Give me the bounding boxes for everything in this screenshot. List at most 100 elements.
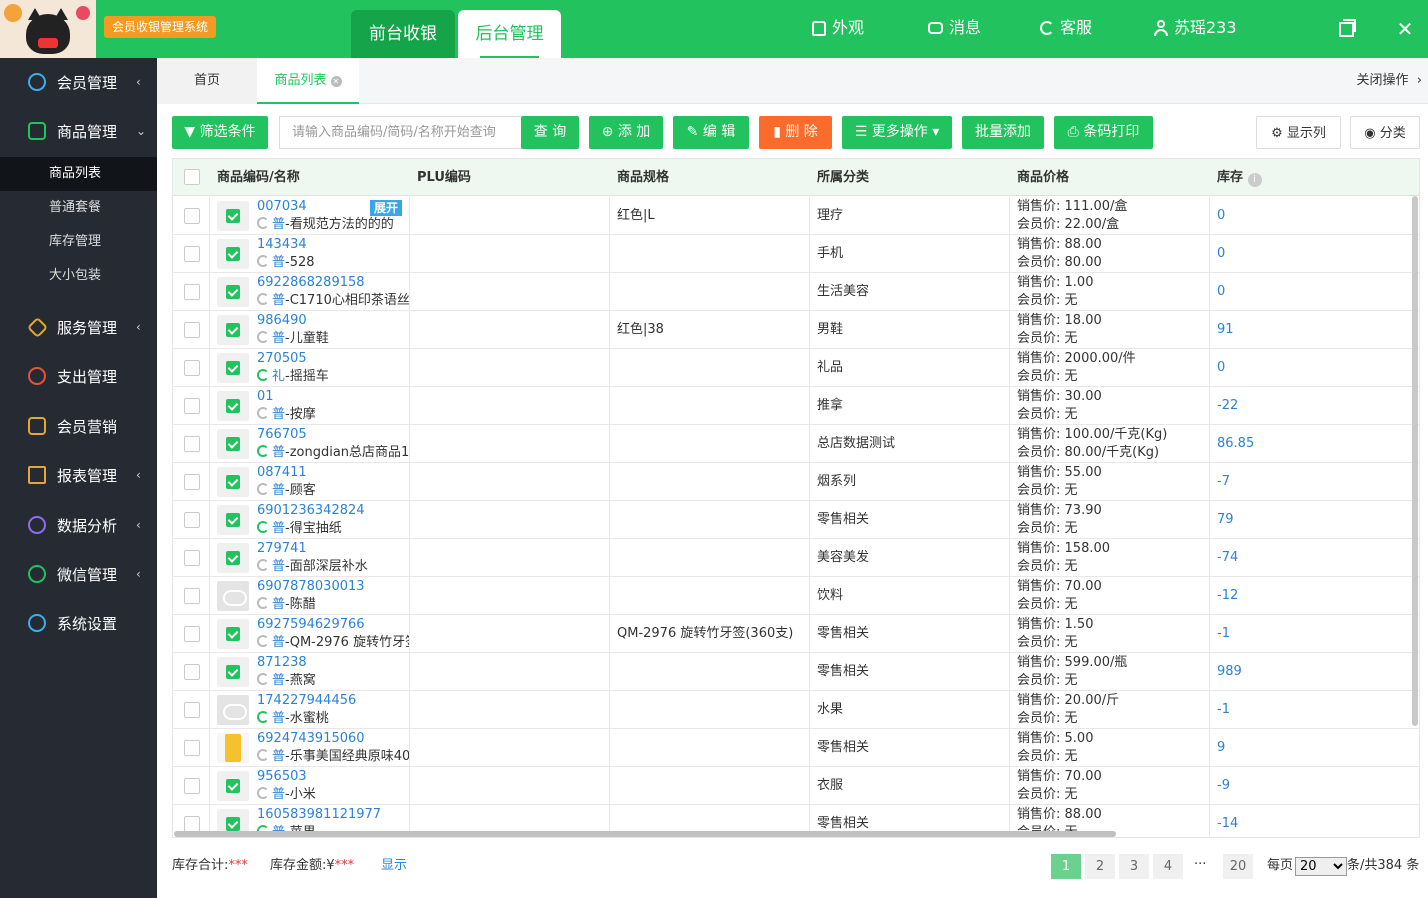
vertical-scrollbar[interactable] <box>1412 196 1418 726</box>
delete-button[interactable]: ▮ 删 除 <box>759 116 832 149</box>
nav-appearance[interactable]: 外观 <box>812 17 864 39</box>
select-all-checkbox[interactable] <box>184 169 200 185</box>
product-code[interactable]: 871238 <box>257 654 307 671</box>
row-checkbox[interactable] <box>184 474 200 490</box>
nav-user[interactable]: 苏瑶233 <box>1154 17 1237 39</box>
header-spec[interactable]: 商品规格 <box>617 159 669 196</box>
row-checkbox[interactable] <box>184 512 200 528</box>
table-row[interactable]: 6901236342824 普-得宝抽纸 零售相关 销售价: 73.90 会员价: 无 7… <box>173 501 1419 539</box>
product-stock[interactable]: -1 <box>1217 691 1230 729</box>
header-price[interactable]: 商品价格 <box>1017 159 1069 196</box>
product-stock[interactable]: -14 <box>1217 805 1238 837</box>
product-code[interactable]: 6924743915060 <box>257 730 365 747</box>
product-stock[interactable]: 86.85 <box>1217 425 1254 463</box>
product-code[interactable]: 01 <box>257 388 274 405</box>
product-stock[interactable]: -7 <box>1217 463 1230 501</box>
tab-goods-list[interactable]: 商品列表 ✕ <box>257 58 359 104</box>
product-stock[interactable]: -12 <box>1217 577 1238 615</box>
product-code[interactable]: 766705 <box>257 426 307 443</box>
menu-settings[interactable]: 系统设置 <box>0 599 157 647</box>
table-row[interactable]: 6907878030013 普-陈醋 饮料 销售价: 70.00 会员价: 无 -12 <box>173 577 1419 615</box>
page-2[interactable]: 2 <box>1085 854 1115 879</box>
row-checkbox[interactable] <box>184 740 200 756</box>
window-restore-button[interactable] <box>1334 17 1358 41</box>
product-stock[interactable]: 79 <box>1217 501 1234 539</box>
product-stock[interactable]: 0 <box>1217 349 1225 387</box>
product-stock[interactable]: -74 <box>1217 539 1238 577</box>
row-checkbox[interactable] <box>184 398 200 414</box>
table-row[interactable]: 986490 普-儿童鞋 红色|38 男鞋 销售价: 18.00 会员价: 无 91 <box>173 311 1419 349</box>
row-checkbox[interactable] <box>184 360 200 376</box>
close-operations-button[interactable]: 关闭操作 › <box>1357 58 1423 104</box>
menu-member[interactable]: 会员管理 ‹ <box>0 58 157 106</box>
tab-back-management[interactable]: 后台管理 <box>458 10 561 58</box>
page-4[interactable]: 4 <box>1153 854 1183 879</box>
show-columns-button[interactable]: ⚙ 显示列 <box>1256 116 1341 149</box>
tab-front-cashier[interactable]: 前台收银 <box>351 10 455 58</box>
table-row[interactable]: 143434 普-528 手机 销售价: 88.00 会员价: 80.00 0 <box>173 235 1419 273</box>
product-stock[interactable]: 989 <box>1217 653 1242 691</box>
table-row[interactable]: 6924743915060 普-乐事美国经典原味40g 零售相关 销售价: 5.00 会… <box>173 729 1419 767</box>
row-checkbox[interactable] <box>184 626 200 642</box>
add-button[interactable]: ⊕ 添 加 <box>589 116 663 149</box>
table-row[interactable]: 279741 普-面部深层补水 美容美发 销售价: 158.00 会员价: 无 -74 <box>173 539 1419 577</box>
sidebar-item-inventory[interactable]: 库存管理 <box>0 225 157 259</box>
product-stock[interactable]: 9 <box>1217 729 1225 767</box>
header-stock[interactable]: 库存 i <box>1217 159 1262 196</box>
sidebar-item-package[interactable]: 普通套餐 <box>0 191 157 225</box>
product-code[interactable]: 270505 <box>257 350 307 367</box>
table-row[interactable]: 087411 普-顾客 烟系列 销售价: 55.00 会员价: 无 -7 <box>173 463 1419 501</box>
row-checkbox[interactable] <box>184 588 200 604</box>
product-code[interactable]: 174227944456 <box>257 692 356 709</box>
menu-service[interactable]: 服务管理 ‹ <box>0 303 157 351</box>
product-stock[interactable]: 0 <box>1217 235 1225 273</box>
menu-goods[interactable]: 商品管理 ⌄ <box>0 107 157 155</box>
row-checkbox[interactable] <box>184 284 200 300</box>
page-last[interactable]: 20 <box>1223 854 1253 879</box>
row-checkbox[interactable] <box>184 246 200 262</box>
header-code-name[interactable]: 商品编码/名称 <box>217 159 300 196</box>
product-stock[interactable]: 0 <box>1217 197 1225 235</box>
page-1[interactable]: 1 <box>1051 854 1081 879</box>
row-checkbox[interactable] <box>184 208 200 224</box>
product-code[interactable]: 986490 <box>257 312 307 329</box>
show-amount-link[interactable]: 显示 <box>381 857 407 875</box>
filter-button[interactable]: ▼ 筛选条件 <box>172 116 268 149</box>
table-row[interactable]: 956503 普-小米 衣服 销售价: 70.00 会员价: 无 -9 <box>173 767 1419 805</box>
table-row[interactable]: 174227944456 普-水蜜桃 水果 销售价: 20.00/斤 会员价: 无 -1 <box>173 691 1419 729</box>
row-checkbox[interactable] <box>184 436 200 452</box>
product-code[interactable]: 160583981121977 <box>257 806 381 823</box>
product-code[interactable]: 6901236342824 <box>257 502 365 519</box>
product-stock[interactable]: -1 <box>1217 615 1230 653</box>
query-button[interactable]: 查 询 <box>521 116 579 149</box>
close-icon[interactable]: ✕ <box>330 76 342 87</box>
horizontal-scrollbar[interactable] <box>174 831 1116 837</box>
nav-customer-service[interactable]: 客服 <box>1040 17 1092 39</box>
product-code[interactable]: 279741 <box>257 540 307 557</box>
window-close-button[interactable]: ✕ <box>1393 17 1417 41</box>
row-checkbox[interactable] <box>184 550 200 566</box>
table-row[interactable]: 871238 普-燕窝 零售相关 销售价: 599.00/瓶 会员价: 无 989 <box>173 653 1419 691</box>
more-operations-button[interactable]: ☰ 更多操作 ▾ <box>842 116 952 149</box>
edit-button[interactable]: ✎ 编 辑 <box>673 116 749 149</box>
row-checkbox[interactable] <box>184 702 200 718</box>
sidebar-item-goods-list[interactable]: 商品列表 <box>0 157 157 191</box>
product-stock[interactable]: 91 <box>1217 311 1234 349</box>
product-stock[interactable]: -9 <box>1217 767 1230 805</box>
table-row[interactable]: 007034 普-看规范方法的的的 展开 红色|L 理疗 销售价: 111.00/盒 会员价… <box>173 197 1419 235</box>
product-code[interactable]: 007034 <box>257 198 307 215</box>
row-checkbox[interactable] <box>184 778 200 794</box>
table-row[interactable]: 01 普-按摩 推拿 销售价: 30.00 会员价: 无 -22 <box>173 387 1419 425</box>
batch-add-button[interactable]: 批量添加 <box>962 116 1044 149</box>
product-code[interactable]: 6907878030013 <box>257 578 365 595</box>
menu-wechat[interactable]: 微信管理 ‹ <box>0 550 157 598</box>
page-3[interactable]: 3 <box>1119 854 1149 879</box>
row-checkbox[interactable] <box>184 322 200 338</box>
sidebar-item-pack-size[interactable]: 大小包装 <box>0 259 157 293</box>
table-row[interactable]: 6927594629766 普-QM-2976 旋转竹牙签 QM-2976 旋转竹牙… <box>173 615 1419 653</box>
menu-marketing[interactable]: 会员营销 <box>0 402 157 450</box>
row-checkbox[interactable] <box>184 664 200 680</box>
product-code[interactable]: 087411 <box>257 464 307 481</box>
search-input[interactable] <box>279 116 522 149</box>
product-code[interactable]: 956503 <box>257 768 307 785</box>
